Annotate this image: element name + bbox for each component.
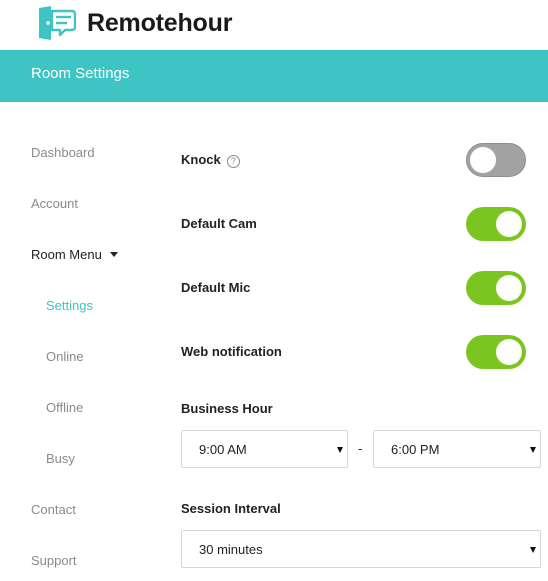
page-title: Room Settings xyxy=(31,65,130,82)
toggle-knob xyxy=(496,339,522,365)
brand-name: Remotehour xyxy=(87,8,233,37)
question-circle-icon[interactable]: ? xyxy=(226,155,240,168)
knock-toggle[interactable] xyxy=(466,143,526,177)
sidebar-item-support[interactable]: Support xyxy=(31,553,77,568)
business-hour-end-select[interactable]: 6:00 PM xyxy=(373,430,541,468)
default-mic-toggle[interactable] xyxy=(466,271,526,305)
toggle-knob xyxy=(470,147,496,173)
session-interval-value: 30 minutes xyxy=(199,542,263,557)
web-notification-toggle[interactable] xyxy=(466,335,526,369)
sidebar-item-room-menu-label: Room Menu xyxy=(31,247,102,262)
sidebar-item-room-menu[interactable]: Room Menu xyxy=(31,247,118,262)
page-header-bar: Room Settings xyxy=(0,50,548,102)
toggle-knob xyxy=(496,275,522,301)
dropdown-arrow-icon xyxy=(530,547,536,553)
session-interval-select[interactable]: 30 minutes xyxy=(181,530,541,568)
business-hour-start-value: 9:00 AM xyxy=(199,442,247,457)
default-cam-toggle[interactable] xyxy=(466,207,526,241)
web-notification-label: Web notification xyxy=(181,344,282,359)
dropdown-arrow-icon xyxy=(337,447,343,453)
business-hour-start-select[interactable]: 9:00 AM xyxy=(181,430,348,468)
knock-label-text: Knock xyxy=(181,152,221,167)
toggle-knob xyxy=(496,211,522,237)
default-mic-label: Default Mic xyxy=(181,280,251,295)
sidebar-item-settings[interactable]: Settings xyxy=(46,298,93,313)
door-chat-logo-icon xyxy=(39,6,76,40)
business-hour-end-value: 6:00 PM xyxy=(391,442,440,457)
sidebar-item-busy[interactable]: Busy xyxy=(46,451,75,466)
knock-label: Knock? xyxy=(181,152,240,168)
default-cam-label: Default Cam xyxy=(181,216,257,231)
sidebar-item-account[interactable]: Account xyxy=(31,196,78,211)
time-range-separator: - xyxy=(358,441,363,456)
session-interval-label: Session Interval xyxy=(181,501,281,516)
sidebar-item-online[interactable]: Online xyxy=(46,349,84,364)
caret-down-icon xyxy=(109,252,118,257)
business-hour-label: Business Hour xyxy=(181,401,273,416)
sidebar-item-contact[interactable]: Contact xyxy=(31,502,76,517)
sidebar-item-dashboard[interactable]: Dashboard xyxy=(31,145,95,160)
sidebar-item-offline[interactable]: Offline xyxy=(46,400,83,415)
brand-header: Remotehour xyxy=(36,5,232,41)
dropdown-arrow-icon xyxy=(530,447,536,453)
